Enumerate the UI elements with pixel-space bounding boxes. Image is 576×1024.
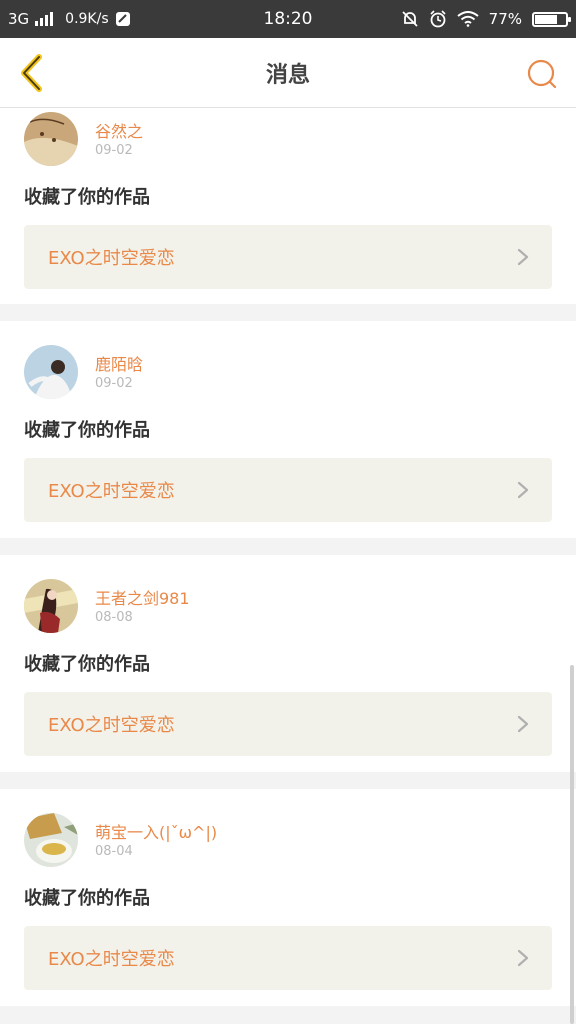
scrollbar[interactable] <box>570 665 574 1024</box>
message-card: 王者之剑981 08-08 收藏了你的作品 EXO之时空爱恋 <box>0 555 576 772</box>
alarm-icon <box>430 10 446 28</box>
chevron-right-icon <box>517 715 529 733</box>
nav-bar: 消息 <box>0 38 576 108</box>
avatar[interactable] <box>24 345 78 399</box>
search-icon <box>527 59 557 89</box>
search-button[interactable] <box>520 52 564 96</box>
network-speed: 0.9K/s <box>65 11 109 27</box>
message-date: 08-04 <box>95 844 133 859</box>
chevron-right-icon <box>517 248 529 266</box>
work-link[interactable]: EXO之时空爱恋 <box>24 458 552 522</box>
status-bar: 3G 0.9K/s 18:20 77% <box>0 0 576 38</box>
avatar[interactable] <box>24 579 78 633</box>
sender-name[interactable]: 萌宝一入(|ˇω^|) <box>95 819 217 843</box>
sender-name[interactable]: 谷然之 <box>95 118 143 142</box>
work-link[interactable]: EXO之时空爱恋 <box>24 692 552 756</box>
battery-icon <box>532 11 571 27</box>
work-title: EXO之时空爱恋 <box>48 949 175 970</box>
app-notification-icon <box>115 12 130 26</box>
message-date: 09-02 <box>95 376 133 391</box>
message-card: 萌宝一入(|ˇω^|) 08-04 收藏了你的作品 EXO之时空爱恋 <box>0 789 576 1006</box>
chevron-right-icon <box>517 481 529 499</box>
message-list: 谷然之 09-02 收藏了你的作品 EXO之时空爱恋 鹿陌晗 09-02 收藏了… <box>0 108 576 1023</box>
mute-icon <box>402 11 418 27</box>
work-title: EXO之时空爱恋 <box>48 248 175 269</box>
signal-icon <box>35 12 54 26</box>
status-left: 3G 0.9K/s <box>8 0 131 38</box>
avatar[interactable] <box>24 112 78 166</box>
work-link[interactable]: EXO之时空爱恋 <box>24 225 552 289</box>
battery-percent: 77% <box>488 10 522 28</box>
work-title: EXO之时空爱恋 <box>48 715 175 736</box>
page-title: 消息 <box>265 63 310 88</box>
chevron-right-icon <box>517 949 529 967</box>
message-action: 收藏了你的作品 <box>24 654 150 675</box>
message-action: 收藏了你的作品 <box>24 420 150 441</box>
message-date: 08-08 <box>95 610 133 625</box>
network-type: 3G <box>8 10 30 28</box>
message-card: 鹿陌晗 09-02 收藏了你的作品 EXO之时空爱恋 <box>0 321 576 538</box>
message-action: 收藏了你的作品 <box>24 888 150 909</box>
back-button[interactable] <box>10 48 54 98</box>
wifi-icon <box>457 11 479 27</box>
back-arrow-icon <box>21 54 42 92</box>
message-date: 09-02 <box>95 143 133 158</box>
sender-name[interactable]: 鹿陌晗 <box>95 351 143 375</box>
work-title: EXO之时空爱恋 <box>48 481 175 502</box>
sender-name[interactable]: 王者之剑981 <box>95 585 190 609</box>
status-right: 77% <box>401 0 571 38</box>
avatar[interactable] <box>24 813 78 867</box>
clock: 18:20 <box>263 9 313 29</box>
message-action: 收藏了你的作品 <box>24 187 150 208</box>
work-link[interactable]: EXO之时空爱恋 <box>24 926 552 990</box>
message-card: 谷然之 09-02 收藏了你的作品 EXO之时空爱恋 <box>0 108 576 304</box>
